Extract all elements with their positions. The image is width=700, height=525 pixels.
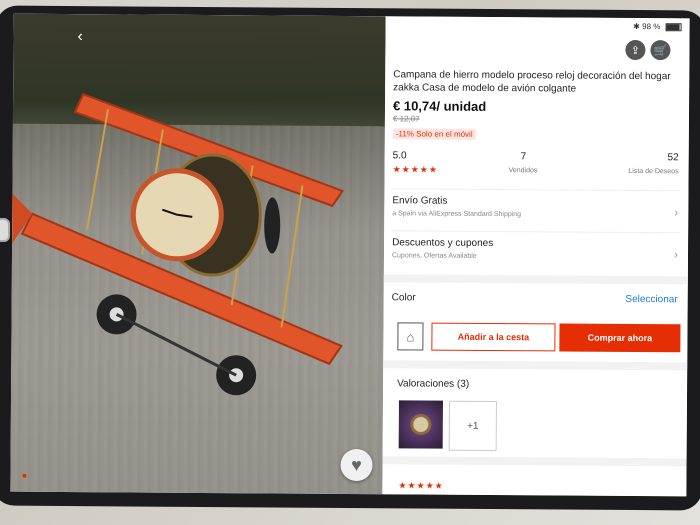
- mobile-discount-badge: -11% Solo en el móvil: [392, 128, 476, 140]
- original-price: € 12,07: [392, 114, 420, 124]
- discounts-title: Descuentos y cupones: [392, 237, 494, 249]
- shipping-row[interactable]: Envío Gratis a Spain via AliExpress Stan…: [392, 188, 681, 232]
- section-divider: [382, 456, 687, 467]
- sold-label: Vendidos: [508, 167, 538, 175]
- section-divider: [383, 360, 688, 371]
- section-divider: [383, 274, 688, 285]
- home-button: [0, 218, 10, 242]
- share-button[interactable]: ⇪: [625, 39, 646, 61]
- chevron-right-icon: ›: [674, 205, 679, 220]
- buy-now-button[interactable]: Comprar ahora: [559, 323, 681, 353]
- color-label: Color: [391, 292, 416, 304]
- discounts-subtitle: Cupones, Ofertas Available: [391, 252, 477, 260]
- cart-icon: 🛒: [653, 44, 668, 57]
- shipping-subtitle: a Spain via AliExpress Standard Shipping: [392, 210, 522, 219]
- status-bar: ✱ 98 %: [633, 21, 682, 32]
- product-price: € 10,74/ unidad: [392, 98, 487, 114]
- carousel-indicator: [22, 473, 27, 478]
- shipping-title: Envío Gratis: [392, 195, 448, 207]
- product-info-panel: ✱ 98 % ⇪ 🛒 Campana de hierro modelo proc…: [382, 16, 690, 497]
- reviews-title[interactable]: Valoraciones (3): [397, 378, 469, 390]
- color-select-link[interactable]: Seleccionar: [625, 294, 677, 305]
- chevron-right-icon: ›: [673, 247, 679, 262]
- battery-icon: [665, 23, 682, 32]
- discounts-row[interactable]: Descuentos y cupones Cupones, Ofertas Av…: [391, 230, 681, 274]
- store-icon: ⌂: [406, 328, 415, 344]
- app-screen: ‹ ♥ ✱ 98 % ⇪ 🛒 Campana de hierro modelo …: [10, 13, 690, 497]
- rating-stars: ★★★★★: [392, 164, 438, 175]
- sold-count: 7: [520, 151, 527, 163]
- product-title: Campana de hierro modelo proceso reloj d…: [393, 69, 671, 95]
- more-review-photos[interactable]: +1: [448, 400, 497, 452]
- share-icon: ⇪: [630, 44, 641, 57]
- wishlist-label: Lista de Deseos: [628, 167, 679, 176]
- store-button[interactable]: ⌂: [397, 322, 424, 351]
- review-stars: ★★★★★: [398, 480, 444, 491]
- rating-value: 5.0: [392, 150, 407, 162]
- battery-percentage: 98 %: [642, 22, 661, 32]
- review-photo[interactable]: [398, 400, 443, 449]
- add-to-cart-button[interactable]: Añadir a la cesta: [431, 322, 556, 352]
- back-arrow-icon[interactable]: ‹: [77, 28, 82, 46]
- cart-button[interactable]: 🛒: [650, 40, 671, 61]
- bluetooth-icon: ✱: [633, 21, 640, 32]
- product-stats: 5.0 ★★★★★ 7 Vendidos 52 Lista de Deseos: [393, 150, 681, 182]
- wishlist-heart-button[interactable]: ♥: [340, 448, 373, 482]
- wishlist-count: 52: [667, 152, 679, 164]
- color-row[interactable]: Color Seleccionar: [392, 292, 680, 305]
- heart-icon: ♥: [351, 454, 362, 475]
- airplane-clock-illustration: [12, 92, 344, 396]
- product-photo[interactable]: ‹ ♥: [10, 13, 386, 495]
